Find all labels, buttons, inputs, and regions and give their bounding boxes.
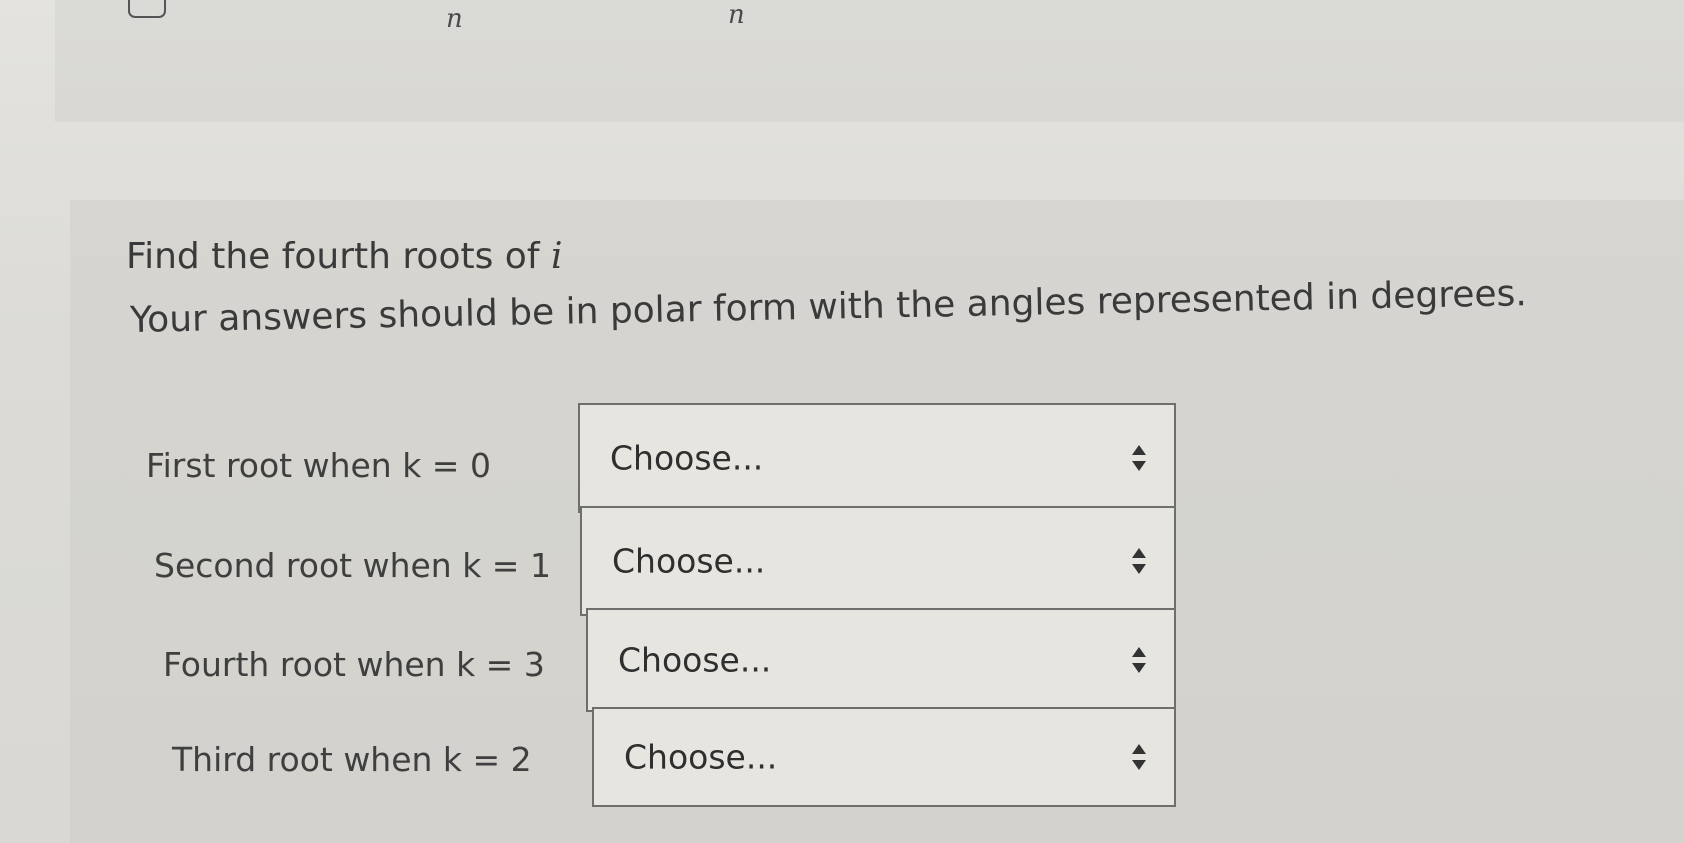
row-label-second-root: Second root when k = 1 [154,546,551,585]
answer-option-checkbox[interactable] [128,0,166,18]
up-down-chevron-icon [1132,445,1146,471]
select-value: Choose... [618,640,772,680]
row-label-fourth-root: Fourth root when k = 3 [163,645,545,684]
select-first-root[interactable]: Choose... [578,403,1176,513]
fraction-denominator-n: n [446,4,463,34]
up-down-chevron-icon [1132,744,1146,770]
previous-question-strip [55,0,1684,122]
row-label-third-root: Third root when k = 2 [172,740,532,779]
select-value: Choose... [612,541,766,581]
select-third-root[interactable]: Choose... [592,707,1176,807]
variable-i: i [550,236,563,277]
row-label-first-root: First root when k = 0 [146,446,491,485]
up-down-chevron-icon [1132,647,1146,673]
select-value: Choose... [624,737,778,777]
select-fourth-root[interactable]: Choose... [586,608,1176,712]
up-down-chevron-icon [1132,548,1146,574]
fraction-denominator-n: n [728,0,745,30]
question-title: Find the fourth roots of i [126,236,563,277]
select-value: Choose... [610,438,764,478]
select-second-root[interactable]: Choose... [580,506,1176,616]
